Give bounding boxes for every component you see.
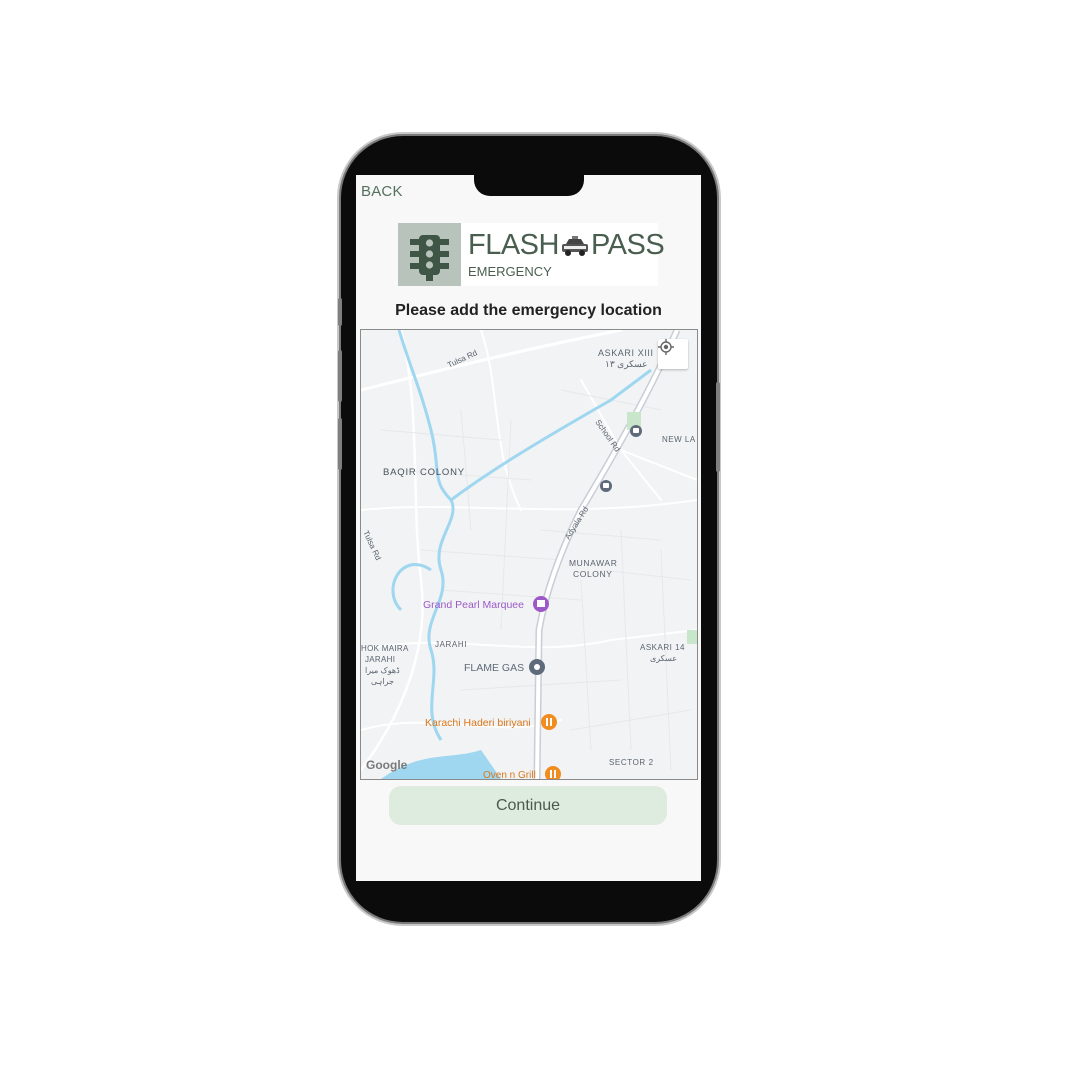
page-title: Please add the emergency location xyxy=(395,302,662,319)
logo-title: FLASH PASS xyxy=(468,229,665,265)
transit-pin-icon xyxy=(600,480,612,492)
map-label: ASKARI 14 xyxy=(640,643,685,652)
my-location-button[interactable] xyxy=(658,339,688,369)
app-logo: FLASH PASS EMERGENCY xyxy=(398,223,665,286)
traffic-light-icon xyxy=(398,223,461,286)
crosshair-icon xyxy=(658,339,674,355)
map-label: Oven n Grill xyxy=(483,770,536,779)
restaurant-pin-icon xyxy=(541,714,557,730)
map-label: FLAME GAS xyxy=(464,662,524,674)
map-label: عسکری ۱۳ xyxy=(605,359,648,370)
map-label: Adyala Rd xyxy=(563,505,590,541)
side-button xyxy=(716,382,720,472)
map-label: Karachi Haderi biriyani xyxy=(425,717,531,729)
map-label: JARAHI xyxy=(435,640,467,649)
location-map[interactable]: ASKARI XIII عسکری ۱۳ Tulsa Rd Tulsa Rd S… xyxy=(360,329,698,780)
map-label: School Rd xyxy=(593,418,622,453)
venue-pin-icon xyxy=(533,596,549,612)
side-button xyxy=(338,298,342,326)
logo-subtitle: EMERGENCY xyxy=(468,264,552,279)
map-label: Tulsa Rd xyxy=(361,529,383,562)
transit-pin-icon xyxy=(630,425,642,437)
restaurant-pin-icon xyxy=(545,766,561,779)
map-label: ASKARI XIII xyxy=(598,348,654,358)
side-button xyxy=(338,350,342,402)
map-label: BAQIR COLONY xyxy=(383,467,465,478)
map-label: عسکری xyxy=(650,654,677,663)
map-label: SECTOR 2 xyxy=(609,758,654,767)
police-car-icon xyxy=(560,232,590,265)
phone-notch xyxy=(474,174,584,196)
map-label: NEW LA xyxy=(662,435,696,444)
map-label: Grand Pearl Marquee xyxy=(423,599,524,611)
gas-station-pin-icon xyxy=(529,659,545,675)
map-label: JARAHI xyxy=(365,655,395,664)
google-logo: Google xyxy=(366,758,408,772)
map-label: HOK MAIRA xyxy=(361,644,409,653)
continue-button[interactable]: Continue xyxy=(389,786,667,825)
map-canvas: ASKARI XIII عسکری ۱۳ Tulsa Rd Tulsa Rd S… xyxy=(361,330,697,779)
app-screen: BACK FLASH PASS EMERGENCY Please add the… xyxy=(356,175,701,881)
side-button xyxy=(338,418,342,470)
map-label: COLONY xyxy=(573,569,613,579)
map-label: MUNAWAR xyxy=(569,558,617,568)
map-label: جراہی xyxy=(371,677,394,686)
map-label: ڈھوک میرا xyxy=(365,666,400,675)
back-button[interactable]: BACK xyxy=(361,183,403,200)
